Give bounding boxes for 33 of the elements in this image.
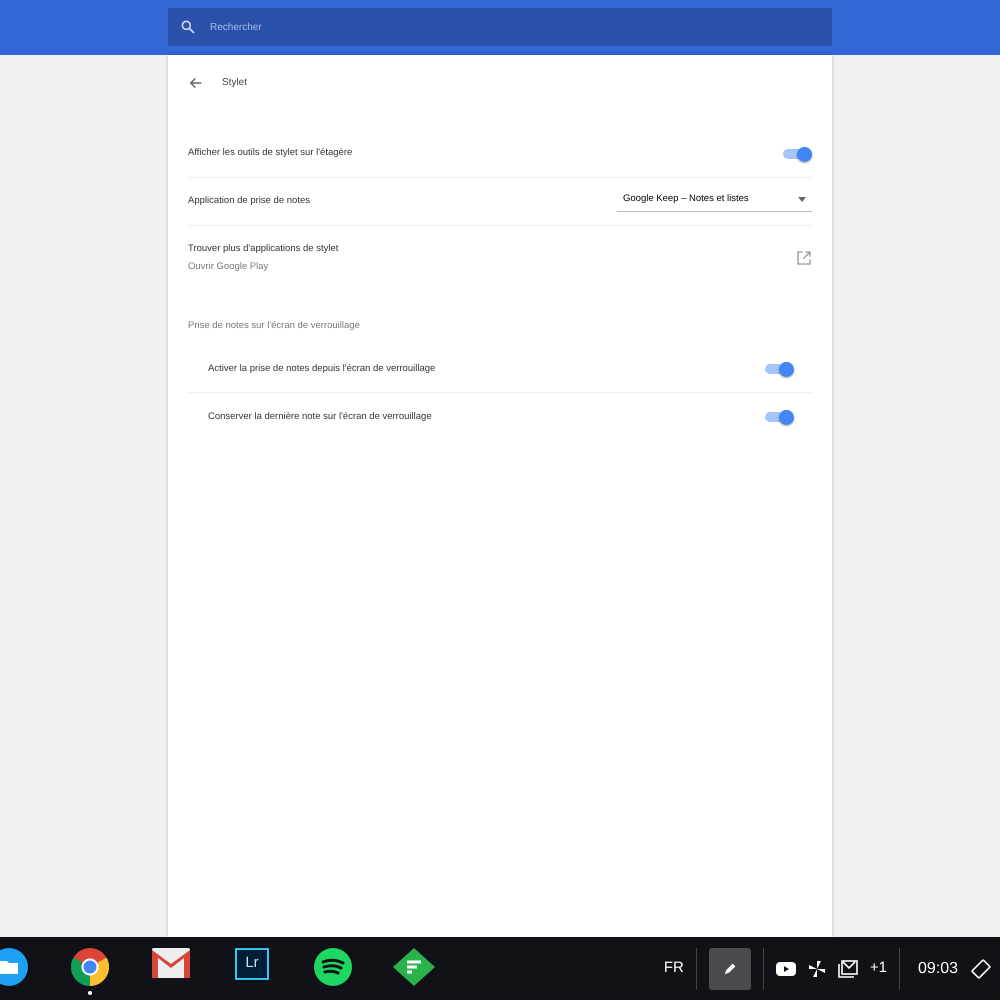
setting-label: Afficher les outils de stylet sur l'étagère: [188, 146, 352, 160]
setting-sublabel: Ouvrir Google Play: [188, 260, 270, 274]
notification-count: +1: [870, 958, 887, 978]
browser-icon[interactable]: [71, 948, 109, 986]
setting-label: Activer la prise de notes depuis l'écran de verrouillage: [208, 362, 436, 376]
app-dropdown[interactable]: Google Keep – Notes et listes: [617, 190, 812, 212]
mail-notification-icon[interactable]: [838, 960, 858, 978]
toggle-switch[interactable]: [764, 410, 794, 424]
search-field[interactable]: Rechercher: [168, 8, 832, 46]
clock: 09:03: [918, 958, 958, 978]
search-input[interactable]: Rechercher: [210, 20, 832, 34]
dropdown-caret-icon: [798, 196, 806, 202]
toggle-switch[interactable]: [764, 362, 794, 376]
setting-label: Trouver plus d'applications de stylet: [188, 242, 338, 256]
language-indicator: FR: [664, 958, 684, 978]
setting-label: Application de prise de notes: [188, 194, 310, 208]
stylus-button[interactable]: [708, 948, 751, 990]
mail-icon[interactable]: [152, 948, 190, 978]
section-heading: Prise de notes sur l'écran de verrouillage: [188, 319, 360, 333]
rotation-icon[interactable]: [970, 958, 992, 980]
page-title: Stylet: [222, 76, 248, 90]
search-icon: [180, 19, 196, 35]
folder-icon[interactable]: [0, 948, 28, 986]
external-link-icon[interactable]: [796, 250, 812, 266]
setting-label: Conserver la dernière note sur l'écran de verrouillage: [208, 410, 432, 424]
pinwheel-icon[interactable]: [808, 960, 826, 978]
running-indicator: [88, 990, 92, 994]
toggle-switch[interactable]: [782, 146, 812, 160]
photo-app-icon[interactable]: Lr: [235, 948, 269, 980]
pen-icon: [722, 960, 738, 976]
feed-app-icon[interactable]: [393, 948, 435, 986]
video-icon[interactable]: [776, 962, 796, 976]
music-app-icon[interactable]: [314, 948, 352, 986]
